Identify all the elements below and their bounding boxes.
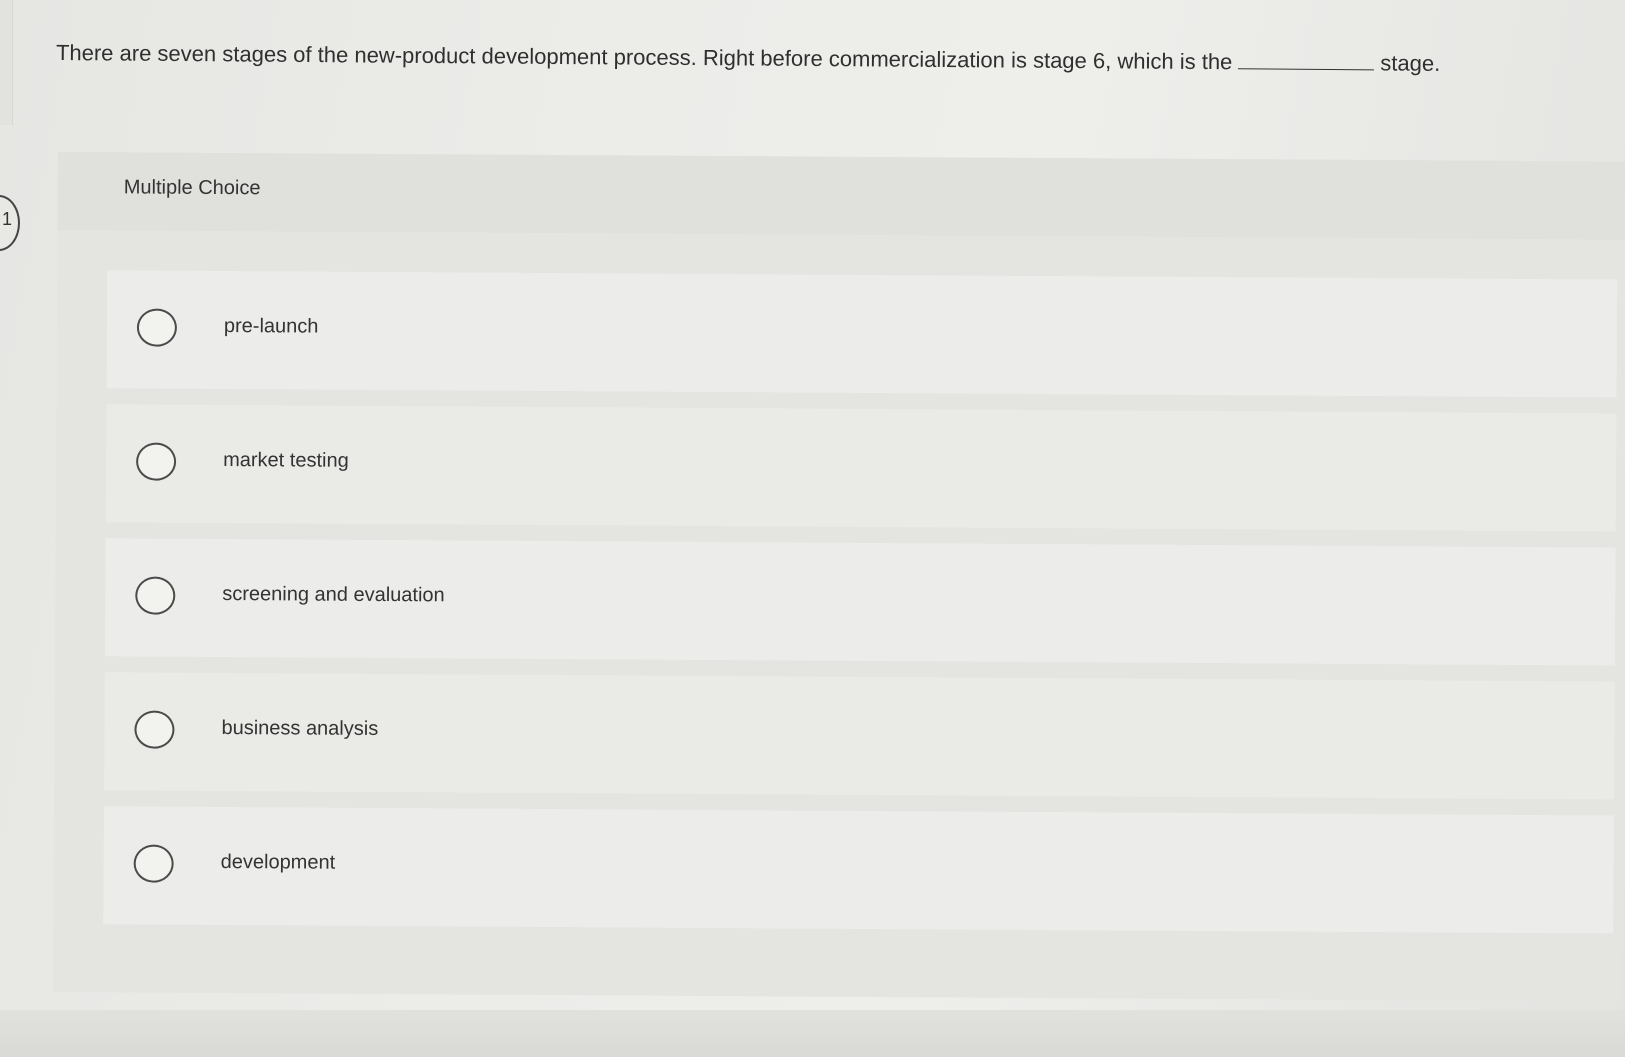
question-text-after: stage. [1380,50,1441,76]
choice-label[interactable]: business analysis [221,717,378,741]
radio-unselected-icon[interactable] [135,576,176,615]
sidebar-tab [0,0,13,125]
choice-label[interactable]: market testing [223,449,349,473]
question-type-label: Multiple Choice [123,176,261,200]
choice-label[interactable]: screening and evaluation [222,583,445,607]
radio-unselected-icon[interactable] [133,844,174,883]
choice-option-business-analysis[interactable]: business analysis [104,672,1615,800]
radio-unselected-icon[interactable] [134,710,175,749]
question-prompt: There are seven stages of the new-produc… [56,38,1576,80]
choice-label[interactable]: development [221,851,336,875]
page-bottom-edge [0,1010,1625,1057]
multiple-choice-panel: Multiple Choice pre-launch market testin… [52,152,1625,1002]
radio-unselected-icon[interactable] [135,442,177,481]
question-number: 1 [2,209,13,229]
radio-unselected-icon[interactable] [136,308,178,347]
choice-option-screening-and-evaluation[interactable]: screening and evaluation [104,538,1616,666]
choice-option-pre-launch[interactable]: pre-launch [106,270,1618,398]
answer-blank [1238,48,1375,71]
choice-label[interactable]: pre-launch [224,315,319,339]
choice-list: pre-launch market testing screening and … [103,270,1618,949]
question-text-before: There are seven stages of the new-produc… [55,40,1233,75]
panel-header: Multiple Choice [57,152,1625,240]
choice-option-development[interactable]: development [103,806,1614,934]
choice-option-market-testing[interactable]: market testing [105,404,1617,532]
